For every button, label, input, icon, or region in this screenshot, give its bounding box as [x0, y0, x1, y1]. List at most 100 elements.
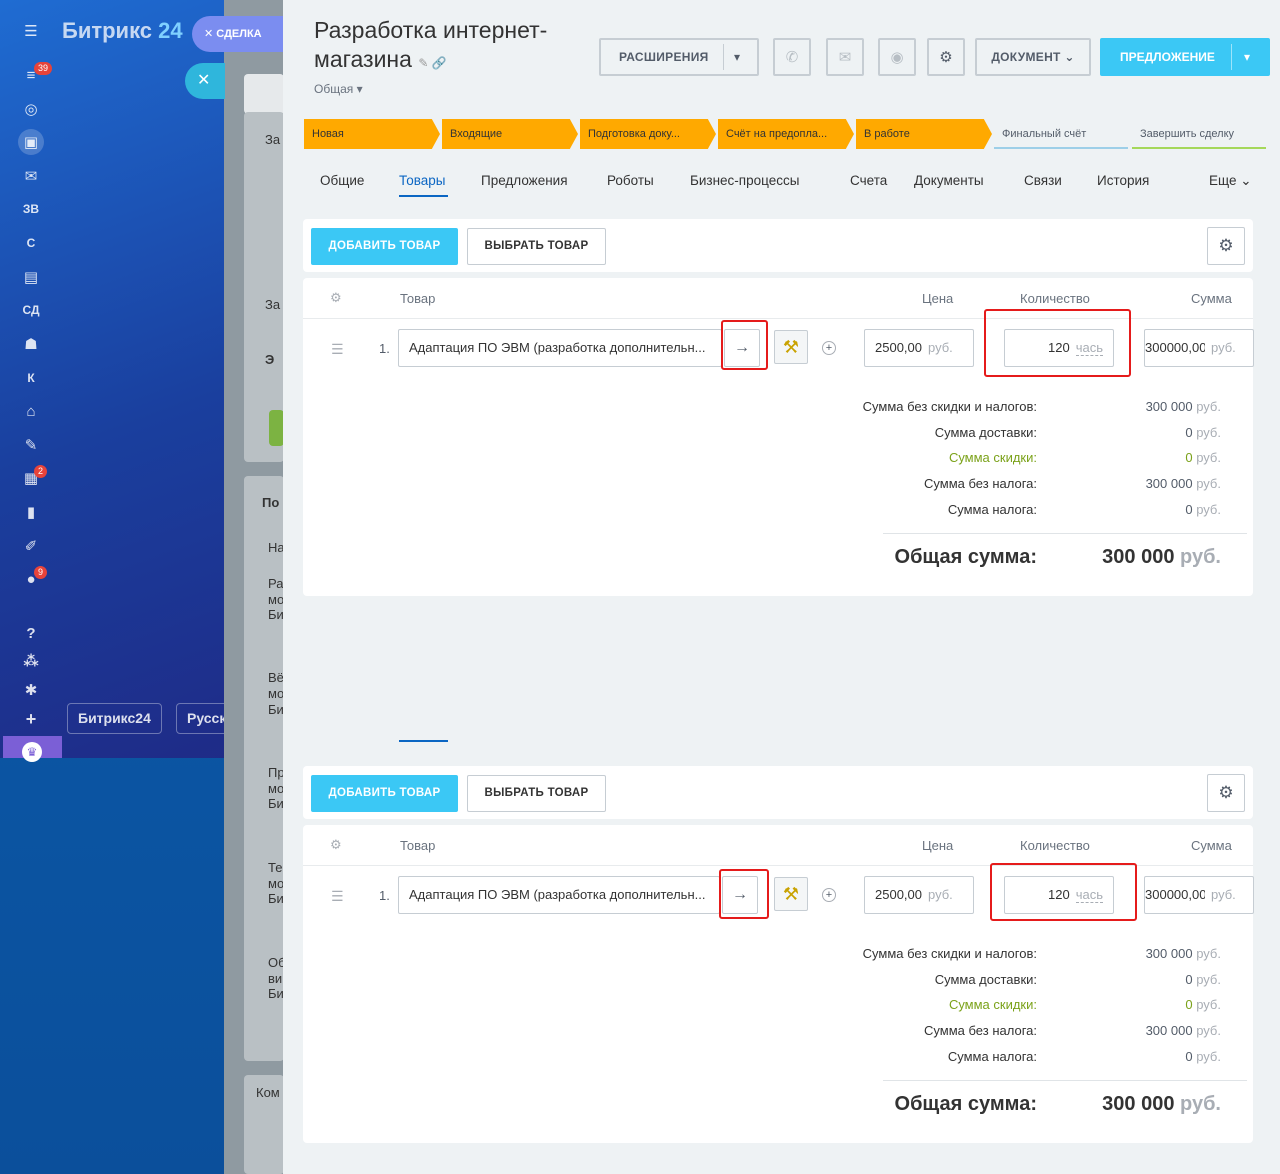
summary-value-2: 0 руб.	[1185, 425, 1221, 440]
tab-documents[interactable]: Документы	[914, 173, 984, 188]
nav-letter-k[interactable]: К	[18, 365, 44, 391]
add-icon[interactable]: +	[18, 706, 44, 732]
structure-icon[interactable]: ⁂	[18, 648, 44, 674]
close-chip[interactable]: ✕	[185, 63, 225, 99]
add-row-plus-icon-2[interactable]: +	[822, 888, 836, 902]
total-value-2: 300 000 руб.	[1102, 1093, 1221, 1116]
gear-icon[interactable]: ⚙	[927, 38, 965, 76]
stage-new[interactable]: Новая	[304, 119, 440, 149]
bg-text-2: За	[265, 297, 281, 312]
tab-general[interactable]: Общие	[320, 173, 364, 188]
document-icon[interactable]: ▤	[18, 264, 44, 290]
bg-text-1: За	[265, 132, 281, 147]
stage-prepare-docs[interactable]: Подготовка доку...	[580, 119, 716, 149]
extensions-divider	[723, 44, 724, 70]
summary-label-3: Сумма скидки:	[948, 450, 1037, 465]
tab-links[interactable]: Связи	[1024, 173, 1062, 188]
add-product-button-2[interactable]: ДОБАВИТЬ ТОВАР	[311, 775, 458, 812]
phone-icon[interactable]: ✆	[773, 38, 811, 76]
product-settings-gear-icon[interactable]: ⚙	[1207, 227, 1245, 265]
help-icon[interactable]: ?	[18, 620, 44, 646]
summary-unit-2-4: руб.	[1196, 1023, 1221, 1038]
tab-robots[interactable]: Роботы	[607, 173, 654, 188]
columns-gear-icon-2[interactable]: ⚙	[330, 837, 342, 853]
robot-icon[interactable]: ☗	[18, 331, 44, 357]
total-value: 300 000 руб.	[1102, 546, 1221, 569]
mail-icon[interactable]: ✉	[18, 163, 44, 189]
price-unit: руб.	[928, 340, 953, 355]
nav-letter-s[interactable]: С	[18, 230, 44, 256]
tools-icon-2[interactable]: ⚒	[774, 877, 808, 911]
choose-product-button-2[interactable]: ВЫБРАТЬ ТОВАР	[467, 775, 606, 812]
stage-close-deal[interactable]: Завершить сделку	[1132, 119, 1266, 149]
summary-label-2-4: Сумма без налога:	[924, 1023, 1037, 1038]
left-menu: ☰ ≡ 39 ◎ ▣ ✉ ЗВ С ▤ СД ☗ К ⌂ ✎ ▦ 2 ▮ ✐ ●…	[0, 0, 62, 758]
products-table: ⚙ Товар Цена Количество Сумма ☰ 1. Адапт…	[303, 278, 1254, 596]
document-button[interactable]: ДОКУМЕНТ ⌄	[975, 38, 1091, 76]
document-label: ДОКУМЕНТ	[991, 50, 1061, 64]
total-unit-2: руб.	[1180, 1093, 1221, 1115]
tab-business-processes[interactable]: Бизнес-процессы	[690, 173, 799, 188]
crm-icon[interactable]: ▣	[18, 129, 44, 155]
nav-letter-zv[interactable]: ЗВ	[18, 196, 44, 222]
summary-num-2-2: 0	[1185, 972, 1193, 987]
edit-list-icon[interactable]: ✐	[18, 533, 44, 559]
sum-input[interactable]: 300000,00 руб.	[1144, 329, 1254, 367]
product-settings-gear-icon-2[interactable]: ⚙	[1207, 774, 1245, 812]
bitrix-pill[interactable]: Битрикс24	[67, 703, 162, 734]
deal-category[interactable]: Общая ▾	[314, 82, 363, 96]
deal-close-chip[interactable]: ✕ СДЕЛКА	[192, 16, 284, 52]
chat-icon[interactable]: ◉	[878, 38, 916, 76]
product-name-input[interactable]: Адаптация ПО ЭВМ (разработка дополнитель…	[398, 329, 722, 367]
sum-value: 300000,00	[1145, 340, 1205, 355]
row-index-2: 1.	[379, 888, 390, 903]
tab-more[interactable]: Еще ⌄	[1209, 173, 1252, 189]
stage-incoming[interactable]: Входящие	[442, 119, 578, 149]
summary-unit-4: руб.	[1196, 476, 1221, 491]
stage-prepayment[interactable]: Счёт на предопла...	[718, 119, 854, 149]
quantity-input-2[interactable]: 120 чась	[1004, 876, 1114, 914]
drag-handle-icon[interactable]: ☰	[331, 341, 345, 358]
plan-tab[interactable]: ♛	[3, 736, 62, 762]
offer-button[interactable]: ПРЕДЛОЖЕНИЕ ▾	[1100, 38, 1270, 76]
quantity-input[interactable]: 120 чась	[1004, 329, 1114, 367]
envelope-icon[interactable]: ✉	[826, 38, 864, 76]
contacts-badge: 2	[34, 465, 48, 478]
bank-icon[interactable]: ⌂	[18, 398, 44, 424]
summary-num-2-4: 300 000	[1145, 1023, 1193, 1038]
tools-icon[interactable]: ⚒	[774, 330, 808, 364]
product-name-input-2[interactable]: Адаптация ПО ЭВМ (разработка дополнитель…	[398, 876, 720, 914]
choose-product-button[interactable]: ВЫБРАТЬ ТОВАР	[467, 228, 606, 265]
bg-text-3: Э	[265, 352, 275, 367]
bg-text-4: По	[262, 495, 280, 510]
qty-unit[interactable]: чась	[1075, 340, 1103, 356]
tab-offers[interactable]: Предложения	[481, 173, 568, 188]
add-product-button[interactable]: ДОБАВИТЬ ТОВАР	[311, 228, 458, 265]
columns-gear-icon[interactable]: ⚙	[330, 290, 342, 306]
edit-pencil-icon[interactable]: ✎ 🔗	[418, 56, 446, 70]
target-icon[interactable]: ◎	[18, 96, 44, 122]
add-row-plus-icon[interactable]: +	[822, 341, 836, 355]
qty-unit-2[interactable]: чась	[1075, 887, 1103, 903]
summary-value-3: 0 руб.	[1185, 450, 1221, 465]
total-label-2: Общая сумма:	[894, 1093, 1037, 1115]
drag-handle-icon-2[interactable]: ☰	[331, 888, 345, 905]
sign-icon[interactable]: ✎	[18, 432, 44, 458]
sum-input-2[interactable]: 300000,00 руб.	[1144, 876, 1254, 914]
stage-in-work[interactable]: В работе	[856, 119, 992, 149]
price-input[interactable]: 2500,00 руб.	[864, 329, 974, 367]
tab-products[interactable]: Товары	[399, 173, 445, 188]
tab-history[interactable]: История	[1097, 173, 1149, 188]
menu-burger-icon[interactable]: ☰	[18, 18, 44, 44]
price-input-2[interactable]: 2500,00 руб.	[864, 876, 974, 914]
price-value: 2500,00	[875, 340, 922, 355]
highlight-arrow-2	[719, 869, 769, 919]
stage-final-invoice[interactable]: Финальный счёт	[994, 119, 1128, 149]
settings-icon[interactable]: ✱	[18, 677, 44, 703]
col-price: Цена	[922, 291, 954, 306]
extensions-button[interactable]: РАСШИРЕНИЯ ▾	[599, 38, 759, 76]
chart-icon[interactable]: ▮	[18, 499, 44, 525]
tab-invoices[interactable]: Счета	[850, 173, 887, 188]
nav-letter-sd[interactable]: СД	[18, 297, 44, 323]
bg-text-9: Вё	[268, 670, 284, 685]
